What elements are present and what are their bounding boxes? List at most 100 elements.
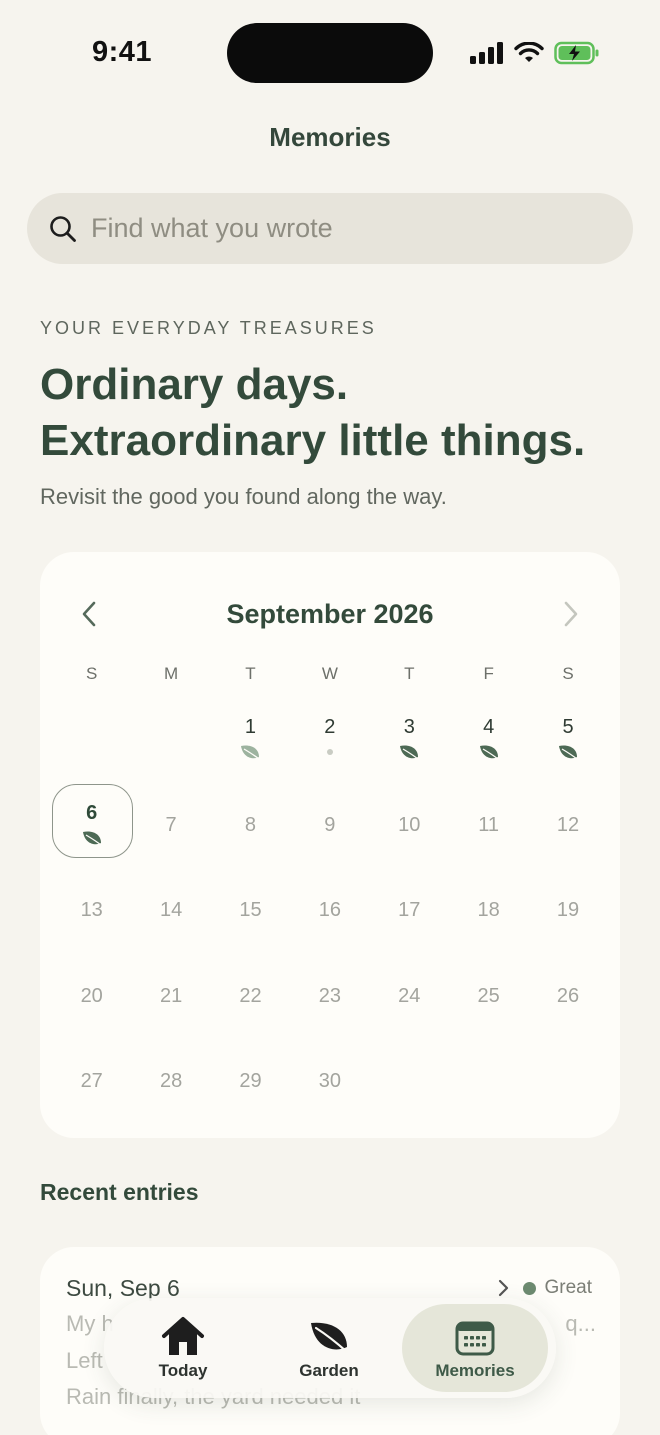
calendar-day-number: 6 (86, 801, 98, 824)
calendar-day-number: 3 (403, 716, 415, 738)
dynamic-island (227, 23, 433, 83)
calendar-day-number: 14 (159, 899, 183, 921)
calendar-day[interactable]: 7 (131, 784, 210, 870)
calendar-blank-cell (131, 698, 210, 784)
calendar-day-number: 27 (80, 1070, 103, 1092)
calendar-day-number: 26 (556, 984, 580, 1007)
calendar-dot-marker (326, 743, 333, 761)
calendar-day[interactable]: 13 (52, 869, 131, 955)
calendar-day-number: 13 (80, 899, 103, 921)
calendar-day-number: 24 (398, 984, 421, 1007)
calendar-day[interactable]: 11 (449, 784, 528, 870)
tab-memories[interactable]: Memories (402, 1304, 548, 1392)
search-bar[interactable] (27, 193, 633, 264)
calendar-day-number: 12 (556, 813, 580, 836)
calendar-day[interactable]: 28 (131, 1040, 210, 1126)
calendar-day[interactable]: 25 (449, 955, 528, 1041)
calendar-day-number: 18 (477, 899, 500, 921)
calendar-month-label: September 2026 (226, 599, 434, 629)
weekday-label: W (321, 664, 338, 683)
calendar-day-number: 11 (478, 813, 500, 836)
calendar-day[interactable]: 30 (290, 1040, 369, 1126)
calendar-day-number: 19 (556, 899, 580, 921)
calendar-day[interactable]: 2 (290, 698, 369, 784)
calendar-day[interactable]: 14 (131, 869, 210, 955)
calendar-icon (455, 1315, 495, 1359)
calendar-day[interactable]: 19 (528, 869, 607, 955)
calendar-day-number: 22 (239, 984, 262, 1007)
calendar-day-number: 7 (165, 813, 177, 836)
weekday-label: M (164, 664, 179, 683)
tab-today-label: Today (158, 1361, 208, 1380)
tab-today[interactable]: Today (110, 1304, 256, 1392)
calendar-day-number: 8 (244, 813, 257, 836)
calendar-weekdays: S M T W T F S (52, 664, 608, 684)
search-icon (50, 215, 76, 242)
entry-mood: Great (498, 1277, 592, 1299)
leaf-icon (558, 743, 578, 761)
calendar-day-number: 16 (318, 899, 341, 921)
status-time: 9:41 (92, 36, 153, 68)
calendar-day[interactable]: 18 (449, 869, 528, 955)
calendar-day[interactable]: 26 (528, 955, 607, 1041)
calendar-day-number: 28 (159, 1070, 183, 1092)
calendar-day[interactable]: 3 (370, 698, 449, 784)
calendar-day[interactable]: 12 (528, 784, 607, 870)
search-input[interactable] (91, 213, 591, 244)
hero-headline-line2: Extraordinary little things. (40, 416, 586, 465)
weekday-label: T (245, 664, 256, 683)
calendar-day[interactable]: 20 (52, 955, 131, 1041)
calendar-day-number: 29 (239, 1070, 262, 1092)
tab-garden[interactable]: Garden (256, 1304, 402, 1392)
calendar-day-number: 9 (324, 813, 336, 836)
entry-mood-label: Great (544, 1277, 592, 1298)
leaf-icon (479, 743, 499, 761)
chevron-right-icon (498, 1279, 509, 1297)
calendar-day[interactable]: 9 (290, 784, 369, 870)
weekday-label: T (404, 664, 415, 683)
calendar-day[interactable]: 5 (528, 698, 607, 784)
calendar-day[interactable]: 21 (131, 955, 210, 1041)
house-icon (160, 1315, 206, 1359)
calendar-day-number: 5 (562, 716, 574, 738)
tab-bar: Today Garden Memories (104, 1298, 556, 1398)
calendar-day-number: 4 (483, 716, 495, 738)
calendar-day-number: 25 (477, 984, 500, 1007)
calendar-day[interactable]: 10 (370, 784, 449, 870)
wifi-icon (514, 42, 544, 62)
calendar-day[interactable]: 24 (370, 955, 449, 1041)
calendar-day[interactable]: 8 (211, 784, 290, 870)
weekday-label: F (483, 664, 494, 683)
calendar-day[interactable]: 16 (290, 869, 369, 955)
calendar-day[interactable]: 29 (211, 1040, 290, 1126)
status-icons (470, 38, 600, 68)
entry-line1-end: q... (565, 1311, 596, 1336)
calendar-day-number: 15 (239, 899, 262, 921)
status-bar: 9:41 (0, 0, 660, 100)
hero-subhead: Revisit the good you found along the way… (40, 484, 447, 509)
calendar-day-number: 2 (324, 716, 336, 738)
calendar-day[interactable]: 4 (449, 698, 528, 784)
calendar-day[interactable]: 17 (370, 869, 449, 955)
leaf-icon (82, 829, 102, 847)
tab-garden-label: Garden (299, 1361, 359, 1380)
hero-headline-line1: Ordinary days. (40, 360, 349, 409)
calendar-day[interactable]: 23 (290, 955, 369, 1041)
calendar-day[interactable]: 1 (211, 698, 290, 784)
calendar-blank-cell (52, 698, 131, 784)
calendar-card: September 2026 S M T W T F S 1 2 3 4 5 6 7 8 9 10… (40, 552, 620, 1138)
mood-dot (523, 1281, 537, 1295)
calendar-day-number: 21 (159, 984, 183, 1007)
calendar-day-number: 1 (244, 716, 257, 738)
tab-memories-label: Memories (435, 1361, 515, 1380)
calendar-day-number: 30 (318, 1070, 341, 1092)
calendar-grid: 1 2 3 4 5 6 7 8 9 10 11 12 13 14 15 16 17 18 19 20 21 22 23 24 2… (52, 698, 608, 1126)
calendar-day[interactable]: 15 (211, 869, 290, 955)
leaf-icon (399, 743, 419, 761)
next-month-button[interactable] (556, 596, 586, 632)
calendar-day[interactable]: 22 (211, 955, 290, 1041)
calendar-day[interactable]: 27 (52, 1040, 131, 1126)
leaf-icon (240, 743, 260, 761)
calendar-day-today[interactable]: 6 (52, 783, 134, 870)
hero-headline: Ordinary days. Extraordinary little thin… (40, 357, 585, 469)
